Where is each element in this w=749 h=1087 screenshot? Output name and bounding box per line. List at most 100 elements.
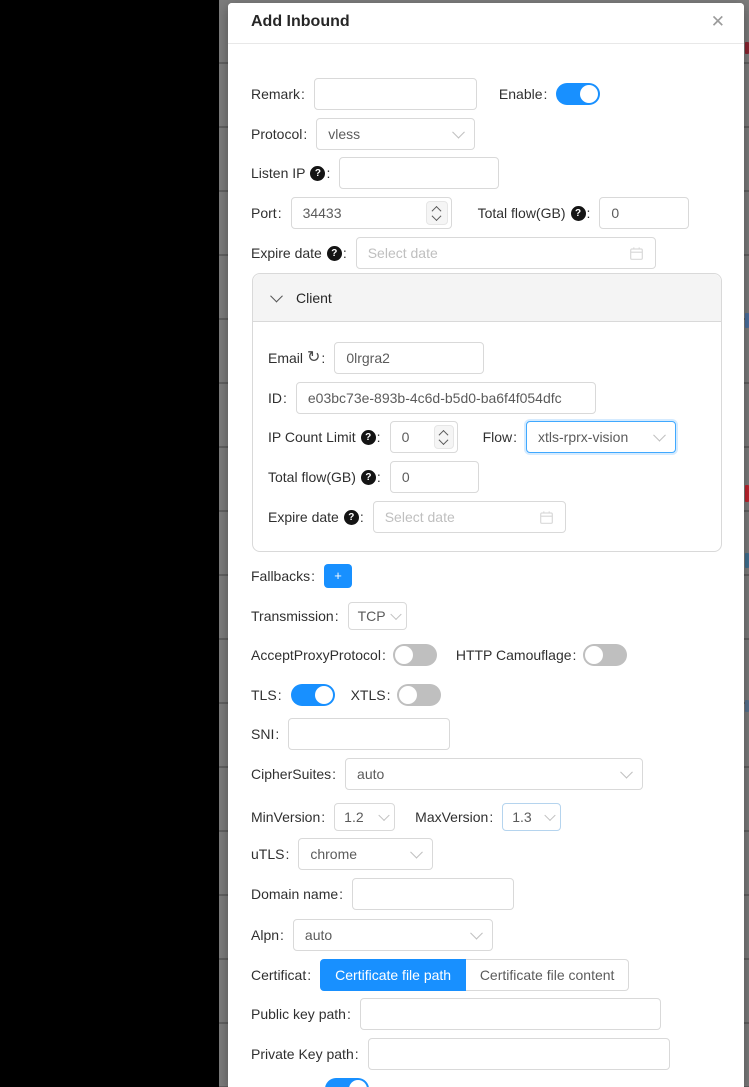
email-label: Email↻: xyxy=(268,350,325,366)
colon: : xyxy=(301,86,305,102)
certificate-file-content-button[interactable]: Certificate file content xyxy=(466,959,629,991)
xtls-label-text: XTLS xyxy=(351,687,386,703)
bottom-toggle[interactable] xyxy=(325,1078,369,1087)
proxy-protocol-row: AcceptProxyProtocol: HTTP Camouflage: xyxy=(251,644,730,666)
total-flow-input[interactable] xyxy=(599,197,689,229)
modal-title: Add Inbound xyxy=(251,13,350,31)
colon: : xyxy=(278,687,282,703)
max-version-select[interactable]: 1.3 xyxy=(502,803,561,831)
backdrop-artifact xyxy=(745,485,749,502)
expire-date-label-text: Expire date xyxy=(251,245,322,261)
port-number-input xyxy=(291,197,452,229)
listen-ip-label-text: Listen IP xyxy=(251,165,305,181)
chevron-down-icon xyxy=(620,766,633,779)
client-panel-header[interactable]: Client xyxy=(253,274,721,322)
port-label: Port: xyxy=(251,205,282,221)
colon: : xyxy=(377,429,381,445)
accept-proxy-protocol-toggle[interactable] xyxy=(393,644,437,666)
colon: : xyxy=(307,967,311,983)
client-total-flow-row: Total flow(GB)?: xyxy=(268,461,711,493)
protocol-value: vless xyxy=(328,126,360,142)
colon: : xyxy=(278,205,282,221)
port-stepper[interactable] xyxy=(426,201,448,225)
remark-row: Remark: Enable: xyxy=(251,78,730,110)
toggle-knob xyxy=(395,646,413,664)
public-key-path-input[interactable] xyxy=(360,998,661,1030)
colon: : xyxy=(321,350,325,366)
alpn-select[interactable]: auto xyxy=(293,919,493,951)
port-label-text: Port xyxy=(251,205,277,221)
refresh-email-icon[interactable]: ↻ xyxy=(307,351,320,365)
min-version-value: 1.2 xyxy=(344,809,363,825)
flow-select[interactable]: xtls-rprx-vision xyxy=(526,421,676,453)
collapse-chevron-icon xyxy=(270,290,283,303)
transmission-row: Transmission: TCP xyxy=(251,602,730,630)
backdrop-artifact xyxy=(745,313,749,328)
ip-count-limit-row: IP Count Limit?: Flow: xtls-rprx-vision xyxy=(268,421,711,453)
calendar-icon xyxy=(539,510,554,525)
remark-input[interactable] xyxy=(314,78,477,110)
public-key-path-label-text: Public key path xyxy=(251,1006,346,1022)
sni-input[interactable] xyxy=(288,718,450,750)
listen-ip-row: Listen IP?: xyxy=(251,157,730,189)
enable-toggle[interactable] xyxy=(556,83,600,105)
toggle-knob xyxy=(580,85,598,103)
page: Add Inbound ✕ Remark: Enable: Protocol: … xyxy=(0,0,749,1087)
ip-count-number-input xyxy=(390,421,458,453)
expire-date-row: Expire date?: Select date xyxy=(251,237,730,269)
add-fallback-button[interactable]: + xyxy=(324,564,352,588)
date-placeholder: Select date xyxy=(385,509,539,525)
accept-proxy-protocol-label-text: AcceptProxyProtocol xyxy=(251,647,381,663)
port-row: Port: Total flow(GB)?: xyxy=(251,197,730,229)
flow-label: Flow: xyxy=(483,429,517,445)
tls-toggle[interactable] xyxy=(291,684,335,706)
cipher-suites-select[interactable]: auto xyxy=(345,758,643,790)
protocol-select[interactable]: vless xyxy=(316,118,475,150)
http-camouflage-label: HTTP Camouflage: xyxy=(456,647,577,663)
http-camouflage-toggle[interactable] xyxy=(583,644,627,666)
xtls-toggle[interactable] xyxy=(397,684,441,706)
private-key-path-label-text: Private Key path xyxy=(251,1046,354,1062)
client-expire-date-row: Expire date?: Select date xyxy=(268,501,711,533)
utls-select[interactable]: chrome xyxy=(298,838,433,870)
chevron-down-icon xyxy=(470,927,483,940)
chevron-down-icon xyxy=(378,810,389,821)
domain-name-label: Domain name: xyxy=(251,886,343,902)
transmission-select[interactable]: TCP xyxy=(348,602,407,630)
email-input[interactable] xyxy=(334,342,484,374)
certificat-row: Certificat: Certificate file path Certif… xyxy=(251,959,730,991)
close-icon[interactable]: ✕ xyxy=(711,12,725,32)
transmission-label-text: Transmission xyxy=(251,608,334,624)
colon: : xyxy=(311,568,315,584)
client-panel-title: Client xyxy=(296,290,332,306)
total-flow-label-text: Total flow(GB) xyxy=(478,205,566,221)
help-icon: ? xyxy=(310,166,325,181)
certificat-label: Certificat: xyxy=(251,967,311,983)
client-expire-date-picker[interactable]: Select date xyxy=(373,501,566,533)
certificat-label-text: Certificat xyxy=(251,967,306,983)
utls-label: uTLS: xyxy=(251,846,289,862)
client-total-flow-input[interactable] xyxy=(390,461,479,493)
id-input[interactable] xyxy=(296,382,596,414)
modal-header: Add Inbound ✕ xyxy=(228,3,744,44)
colon: : xyxy=(513,429,517,445)
protocol-row: Protocol: vless xyxy=(251,118,730,150)
min-version-label: MinVersion: xyxy=(251,809,325,825)
toggle-knob xyxy=(585,646,603,664)
help-icon: ? xyxy=(361,430,376,445)
ip-count-stepper[interactable] xyxy=(434,425,454,449)
colon: : xyxy=(303,126,307,142)
private-key-path-input[interactable] xyxy=(368,1038,670,1070)
remark-label-text: Remark xyxy=(251,86,300,102)
accept-proxy-protocol-label: AcceptProxyProtocol: xyxy=(251,647,386,663)
listen-ip-input[interactable] xyxy=(339,157,499,189)
domain-name-input[interactable] xyxy=(352,878,514,910)
min-version-label-text: MinVersion xyxy=(251,809,320,825)
protocol-label: Protocol: xyxy=(251,126,307,142)
min-version-select[interactable]: 1.2 xyxy=(334,803,395,831)
expire-date-picker[interactable]: Select date xyxy=(356,237,656,269)
http-camouflage-label-text: HTTP Camouflage xyxy=(456,647,572,663)
certificate-file-path-button[interactable]: Certificate file path xyxy=(320,959,466,991)
private-key-path-label: Private Key path: xyxy=(251,1046,359,1062)
backdrop-artifact xyxy=(745,42,749,54)
